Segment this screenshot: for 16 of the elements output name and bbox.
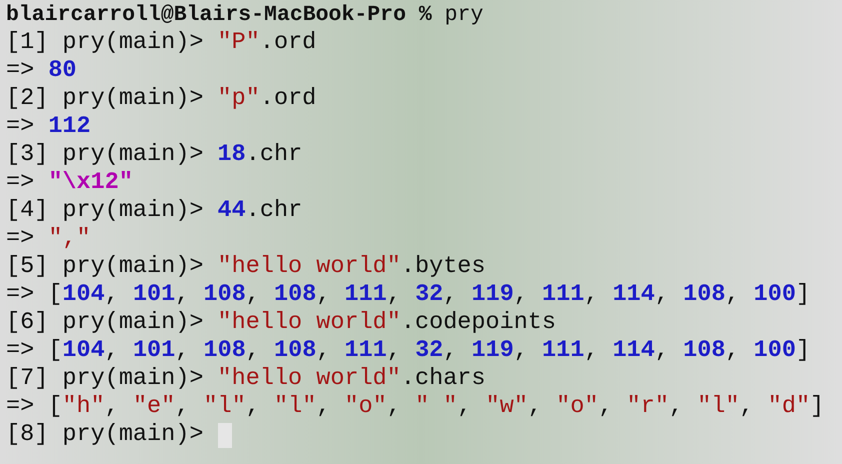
terminal-line: => "\x12" — [6, 169, 133, 197]
terminal-line: => 112 — [6, 113, 91, 141]
terminal-line: [6] pry(main)> "hello world".codepoints — [6, 309, 556, 337]
terminal-line: [2] pry(main)> "p".ord — [6, 85, 316, 113]
terminal-line: => [104, 101, 108, 108, 111, 32, 119, 111, 114, 108, 100] — [6, 337, 810, 365]
terminal-line: => 80 — [6, 57, 77, 85]
terminal-line: => "," — [6, 225, 91, 253]
terminal-line: => [104, 101, 108, 108, 111, 32, 119, 111, 114, 108, 100] — [6, 281, 810, 309]
terminal-line: => ["h", "e", "l", "l", "o", " ", "w", "o", "r", "l", "d"] — [6, 393, 824, 421]
terminal-line: [4] pry(main)> 44.chr — [6, 197, 302, 225]
terminal-line: [3] pry(main)> 18.chr — [6, 141, 302, 169]
terminal-line: [1] pry(main)> "P".ord — [6, 29, 316, 57]
terminal-line: [5] pry(main)> "hello world".bytes — [6, 253, 486, 281]
terminal-line: [8] pry(main)> — [6, 421, 204, 449]
shell-prompt-line: blaircarroll@Blairs-MacBook-Pro % pry — [6, 2, 484, 29]
terminal-line: [7] pry(main)> "hello world".chars — [6, 365, 486, 393]
